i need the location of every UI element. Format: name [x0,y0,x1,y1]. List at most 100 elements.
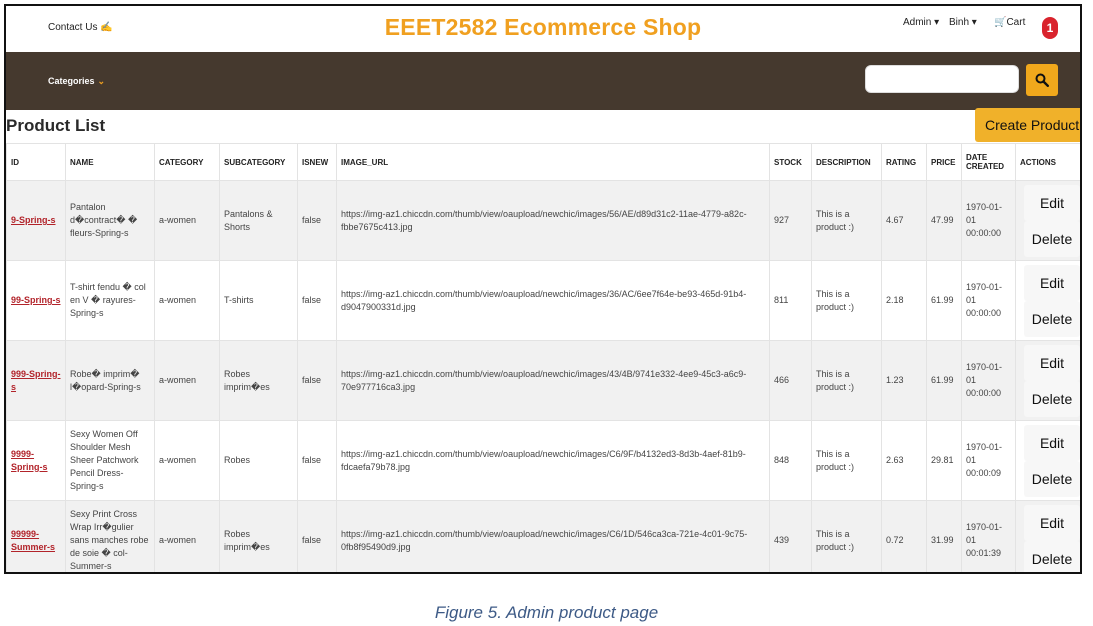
image-url-cell: https://img-az1.chiccdn.com/thumb/view/o… [336,500,770,572]
product-table: ID NAME CATEGORY SUBCATEGORY ISNEW IMAGE… [6,143,1080,572]
category-cell: a-women [154,500,220,572]
subcategory-cell: Robes imprim�es [219,500,298,572]
delete-button[interactable]: Delete [1024,540,1080,572]
column-header: ID [6,143,66,181]
admin-menu[interactable]: Admin ▾ [903,17,939,28]
isnew-cell: false [297,500,337,572]
rating-cell: 0.72 [881,500,927,572]
subcategory-cell: T-shirts [219,260,298,341]
description-cell: This is a product :) [811,420,882,501]
screenshot-frame: Contact Us ✍ EEET2582 Ecommerce Shop Adm… [4,4,1082,574]
edit-button[interactable]: Edit [1024,184,1080,221]
name-cell: Pantalon d�contract� � fleurs-Spring-s [65,180,155,261]
date-created-cell: 1970-01-01 00:00:00 [961,260,1016,341]
price-cell: 61.99 [926,340,962,421]
rating-cell: 2.63 [881,420,927,501]
date-created-cell: 1970-01-01 00:01:39 [961,500,1016,572]
delete-button[interactable]: Delete [1024,460,1080,497]
delete-button[interactable]: Delete [1024,380,1080,417]
id-cell: 99999-Summer-s [6,500,66,572]
table-row: 99-Spring-s T-shirt fendu � col en V � r… [6,260,1080,341]
category-cell: a-women [154,260,220,341]
stock-cell: 927 [769,180,812,261]
figure-caption: Figure 5. Admin product page [434,603,659,622]
price-cell: 31.99 [926,500,962,572]
cart-count-badge[interactable]: 1 [1042,17,1058,39]
stock-cell: 848 [769,420,812,501]
actions-cell: Edit Delete [1015,500,1080,572]
actions-cell: Edit Delete [1015,420,1080,501]
edit-button[interactable]: Edit [1024,424,1080,461]
rating-cell: 4.67 [881,180,927,261]
isnew-cell: false [297,260,337,341]
image-url-cell: https://img-az1.chiccdn.com/thumb/view/o… [336,420,770,501]
price-cell: 47.99 [926,180,962,261]
edit-button[interactable]: Edit [1024,344,1080,381]
name-cell: Sexy Print Cross Wrap Irr�gulier sans ma… [65,500,155,572]
category-cell: a-women [154,420,220,501]
table-row: 99999-Summer-s Sexy Print Cross Wrap Irr… [6,500,1080,572]
column-header: RATING [881,143,927,181]
subcategory-cell: Pantalons & Shorts [219,180,298,261]
column-header: DESCRIPTION [811,143,882,181]
id-cell: 9-Spring-s [6,180,66,261]
product-id-link[interactable]: 99999-Summer-s [11,529,55,552]
id-cell: 999-Spring-s [6,340,66,421]
column-header: NAME [65,143,155,181]
chevron-down-icon: ⌄ [97,76,106,86]
subcategory-cell: Robes [219,420,298,501]
column-header: SUBCATEGORY [219,143,298,181]
create-product-button[interactable]: Create Product [975,108,1080,142]
categories-dropdown[interactable]: Categories ⌄ [48,76,105,87]
column-header: CATEGORY [154,143,220,181]
stock-cell: 439 [769,500,812,572]
search-input[interactable] [865,65,1019,93]
page-title: Product List [6,116,106,135]
image-url-cell: https://img-az1.chiccdn.com/thumb/view/o… [336,340,770,421]
column-header: STOCK [769,143,812,181]
product-id-link[interactable]: 9999-Spring-s [11,449,48,472]
delete-button[interactable]: Delete [1024,300,1080,337]
column-header: IMAGE_URL [336,143,770,181]
cart-link[interactable]: 🛒Cart [994,17,1025,28]
rating-cell: 2.18 [881,260,927,341]
description-cell: This is a product :) [811,260,882,341]
product-id-link[interactable]: 9-Spring-s [11,215,56,225]
table-row: 9999-Spring-s Sexy Women Off Shoulder Me… [6,420,1080,501]
description-cell: This is a product :) [811,500,882,572]
category-cell: a-women [154,340,220,421]
stock-cell: 466 [769,340,812,421]
edit-button[interactable]: Edit [1024,264,1080,301]
category-cell: a-women [154,180,220,261]
user-menu[interactable]: Binh ▾ [949,17,977,28]
name-cell: Robe� imprim� l�opard-Spring-s [65,340,155,421]
category-navbar: Categories ⌄ [6,52,1080,110]
name-cell: Sexy Women Off Shoulder Mesh Sheer Patch… [65,420,155,501]
subcategory-cell: Robes imprim�es [219,340,298,421]
id-cell: 9999-Spring-s [6,420,66,501]
column-header: ISNEW [297,143,337,181]
date-created-cell: 1970-01-01 00:00:09 [961,420,1016,501]
product-id-link[interactable]: 999-Spring-s [11,369,61,392]
isnew-cell: false [297,420,337,501]
rating-cell: 1.23 [881,340,927,421]
isnew-cell: false [297,180,337,261]
product-id-link[interactable]: 99-Spring-s [11,295,61,305]
image-url-cell: https://img-az1.chiccdn.com/thumb/view/o… [336,260,770,341]
search-button[interactable] [1026,64,1058,96]
image-url-cell: https://img-az1.chiccdn.com/thumb/view/o… [336,180,770,261]
table-row: 999-Spring-s Robe� imprim� l�opard-Sprin… [6,340,1080,421]
column-header: DATE CREATED [961,143,1016,181]
name-cell: T-shirt fendu � col en V � rayures-Sprin… [65,260,155,341]
edit-button[interactable]: Edit [1024,504,1080,541]
stock-cell: 811 [769,260,812,341]
actions-cell: Edit Delete [1015,260,1080,341]
categories-label: Categories [48,76,95,86]
date-created-cell: 1970-01-01 00:00:00 [961,180,1016,261]
search-icon [1035,73,1049,87]
isnew-cell: false [297,340,337,421]
description-cell: This is a product :) [811,180,882,261]
delete-button[interactable]: Delete [1024,220,1080,257]
top-bar: Contact Us ✍ EEET2582 Ecommerce Shop Adm… [6,6,1080,52]
column-header: PRICE [926,143,962,181]
